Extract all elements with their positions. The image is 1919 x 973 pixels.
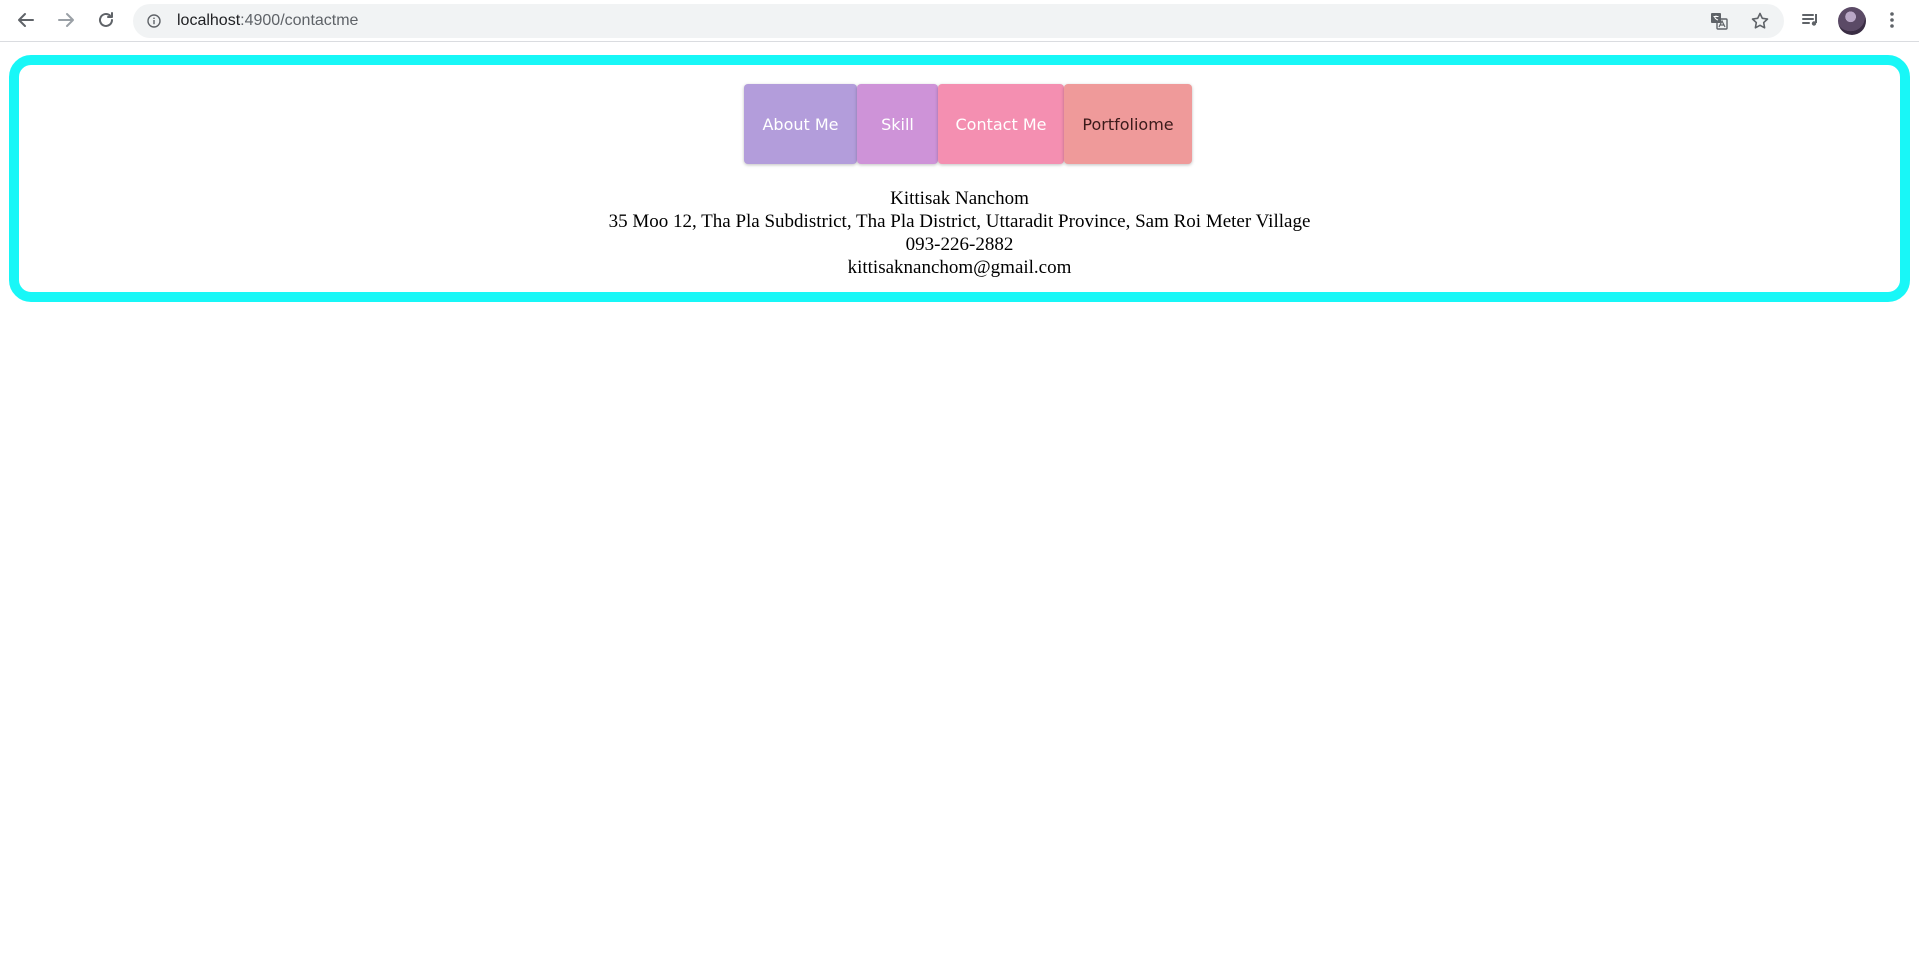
contact-address: 35 Moo 12, Tha Pla Subdistrict, Tha Pla …	[608, 211, 1311, 232]
contact-me-button[interactable]: Contact Me	[938, 84, 1064, 164]
back-arrow-icon[interactable]	[12, 6, 40, 34]
url-host: localhost	[177, 12, 241, 29]
browser-toolbar: localhost:4900/contactme	[0, 0, 1919, 42]
info-icon[interactable]	[147, 14, 161, 28]
contact-info: Kittisak Nanchom 35 Moo 12, Tha Pla Subd…	[19, 187, 1900, 279]
kebab-menu-icon[interactable]	[1878, 6, 1906, 34]
contact-phone: 093-226-2882	[905, 234, 1014, 255]
url-path: :4900/contactme	[240, 12, 359, 29]
contact-name: Kittisak Nanchom	[890, 188, 1029, 209]
skill-button[interactable]: Skill	[857, 84, 938, 164]
translate-icon[interactable]	[1710, 12, 1728, 30]
profile-avatar[interactable]	[1838, 7, 1866, 35]
content-frame: About Me Skill Contact Me Portfoliome Ki…	[9, 55, 1910, 302]
media-queue-icon[interactable]	[1797, 6, 1825, 34]
forward-arrow-icon[interactable]	[52, 6, 80, 34]
url-text[interactable]: localhost:4900/contactme	[177, 4, 358, 38]
address-bar[interactable]: localhost:4900/contactme	[133, 4, 1784, 38]
portfoliome-button[interactable]: Portfoliome	[1064, 84, 1192, 164]
star-icon[interactable]	[1750, 11, 1770, 31]
nav-bar: About Me Skill Contact Me Portfoliome	[744, 84, 1192, 164]
contact-email: kittisaknanchom@gmail.com	[847, 257, 1072, 278]
reload-icon[interactable]	[92, 6, 120, 34]
about-me-button[interactable]: About Me	[744, 84, 857, 164]
